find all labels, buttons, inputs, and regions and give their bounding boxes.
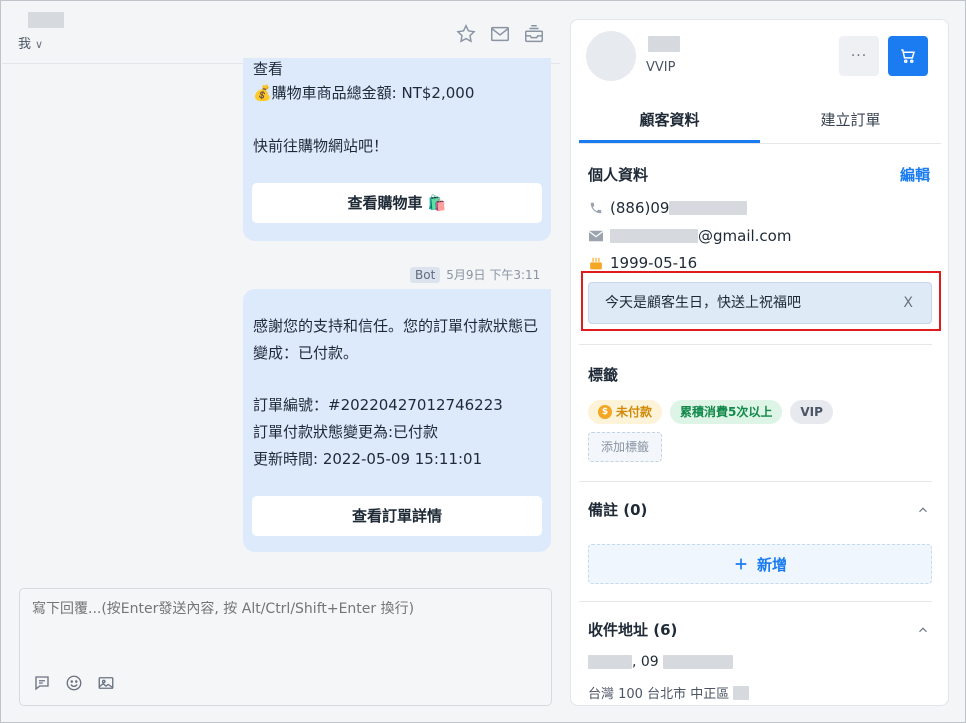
add-note-label: 新增 [756,555,787,574]
add-note-button[interactable]: 新增 [588,544,932,584]
template-icon[interactable] [32,673,52,693]
view-order-button[interactable]: 查看訂單詳情 [252,496,542,536]
composer-toolbar [32,673,116,693]
address-section-title: 收件地址 (6) [588,621,678,639]
message-timestamp: 5月9日 下午3:11 [446,268,541,282]
notes-section-title: 備註 (0) [588,501,648,519]
birthday-value: 1999-05-16 [610,254,698,272]
plus-icon [735,558,747,570]
message-line: 訂單付款狀態變更為:已付款 [253,423,439,441]
divider [579,481,932,482]
agent-label: 我 [18,37,32,52]
emoji-icon[interactable] [64,673,84,693]
message-line: 快前往購物網站吧！ [253,137,389,155]
header-actions [454,22,546,46]
address-phone-prefix: , 09 [632,654,659,670]
image-icon[interactable] [96,673,116,693]
message-bubble: 感謝您的支持和信任。您的訂單付款狀態已 變成：已付款。 訂單編號：#202204… [243,289,551,552]
birthday-row: 1999-05-16 [588,254,697,272]
coin-icon: $ [598,405,612,419]
chevron-down-icon: ∨ [35,38,44,51]
customer-name-redacted [648,36,680,52]
email-value: @gmail.com [698,227,792,245]
email-redacted [610,229,698,243]
agent-name-redacted [28,12,64,28]
chat-pane: 我 ∨ 查看 💰購物車商品總金額: NT$2,000 快前往購物網站吧！ 查看購物… [2,2,560,722]
tags-section-title: 標籤 [588,366,619,384]
cake-icon [588,255,604,271]
star-icon[interactable] [454,22,478,46]
message-line: 訂單編號：#20220427012746223 [253,396,503,414]
message-line: 💰購物車商品總金額: NT$2,000 [253,84,475,102]
panel-tabs: 顧客資料 建立訂單 [579,102,941,144]
more-button[interactable]: ··· [839,36,879,76]
tag-list: $ 未付款 累積消費5次以上 VIP [588,400,833,424]
address-redacted [733,685,750,700]
chat-header: 我 ∨ [2,2,560,64]
divider [579,344,932,345]
profile-section-title: 個人資料 [588,166,649,184]
divider [579,601,932,602]
tag-spend-5x[interactable]: 累積消費5次以上 [670,400,783,424]
message-meta: Bot 5月9日 下午3:11 [410,266,540,283]
customer-level: VVIP [646,60,676,75]
reply-input[interactable] [32,601,532,617]
tag-vip[interactable]: VIP [790,400,833,424]
edit-profile-link[interactable]: 編輯 [900,164,930,185]
app-window: 我 ∨ 查看 💰購物車商品總金額: NT$2,000 快前往購物網站吧！ 查看購物… [0,0,966,723]
phone-icon [588,200,604,216]
recipient-redacted [588,655,632,669]
chevron-up-icon[interactable] [915,622,931,638]
add-tag-button[interactable]: 添加標籤 [588,432,663,462]
mail-icon [588,228,604,244]
tab-customer-info[interactable]: 顧客資料 [579,102,760,143]
tag-label: 未付款 [616,405,653,419]
phone-row: (886)09 [588,199,748,217]
view-cart-button[interactable]: 查看購物車 🛍️ [252,183,542,223]
chevron-up-icon[interactable] [915,502,931,518]
address-text: 台灣 100 台北市 中正區 [588,687,730,702]
highlight-annotation [581,271,941,331]
phone-value: (886)09 [610,199,670,217]
address-phone-redacted [662,655,733,669]
message-line: 感謝您的支持和信任。您的訂單付款狀態已 [253,317,539,335]
tag-unpaid[interactable]: $ 未付款 [588,400,663,424]
avatar [586,31,636,81]
cart-button[interactable] [888,36,928,76]
reply-composer [19,588,552,706]
message-bubble: 查看 💰購物車商品總金額: NT$2,000 快前往購物網站吧！ 查看購物車 🛍… [243,58,551,241]
inbox-icon[interactable] [522,22,546,46]
bot-badge: Bot [410,266,441,283]
customer-panel: VVIP ··· 顧客資料 建立訂單 個人資料 編輯 (886)09 @gmai… [570,19,949,706]
email-row: @gmail.com [588,227,791,245]
agent-selector[interactable]: 我 ∨ [18,33,43,52]
cart-icon [901,49,916,64]
message-line: 變成：已付款。 [253,344,359,362]
phone-redacted [669,201,748,215]
message-line: 查看 [253,60,284,78]
mail-icon[interactable] [488,22,512,46]
address-line: 台灣 100 台北市 中正區 [588,683,750,702]
address-contact-row: , 09 [588,654,733,670]
tab-create-order[interactable]: 建立訂單 [760,102,941,143]
message-line: 更新時間: 2022-05-09 15:11:01 [253,450,483,468]
